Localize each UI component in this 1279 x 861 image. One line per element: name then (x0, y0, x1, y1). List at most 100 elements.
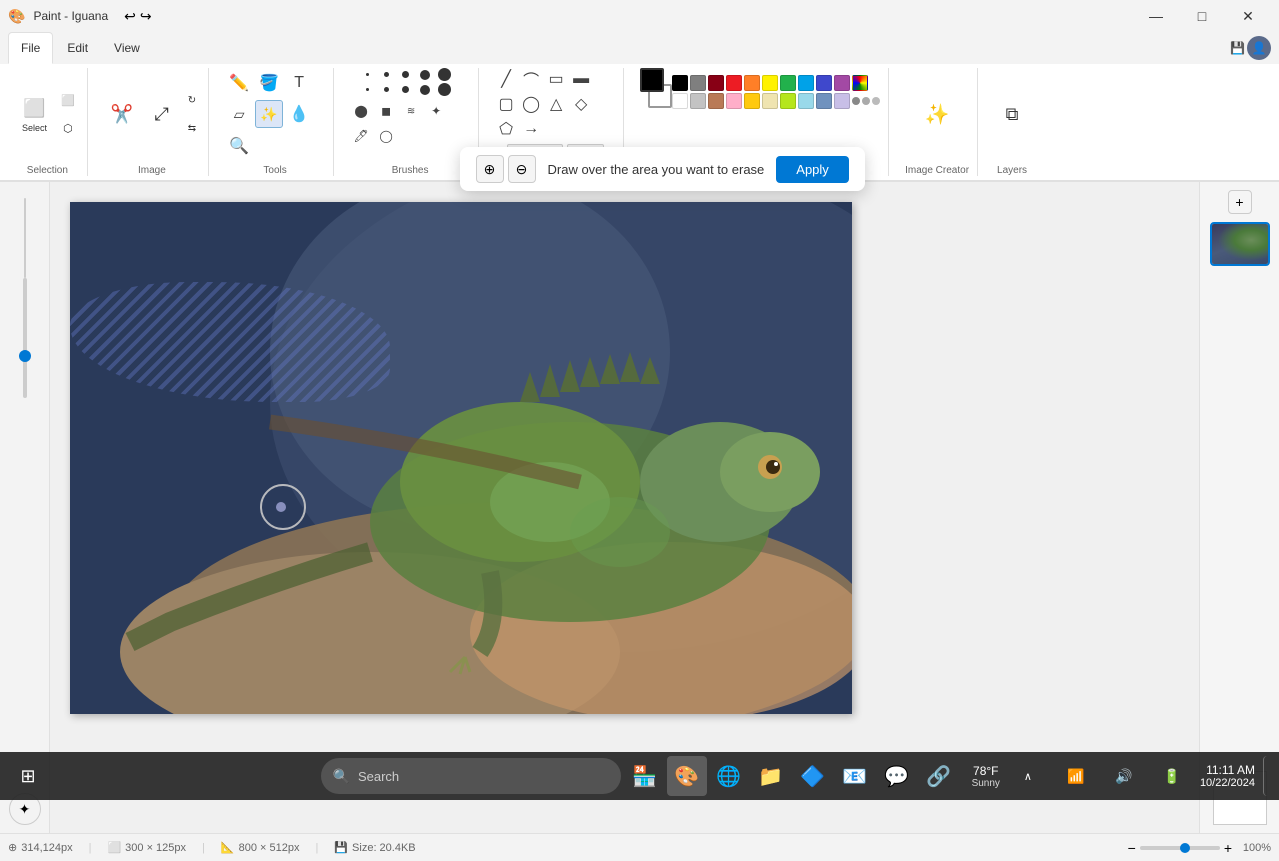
taskbar-app-mail[interactable]: 📧 (835, 756, 875, 796)
brush-size-7[interactable] (384, 87, 389, 92)
tab-view[interactable]: View (102, 32, 152, 64)
color-gold[interactable] (744, 93, 760, 109)
foreground-color[interactable] (640, 68, 664, 92)
color-yellow[interactable] (762, 75, 778, 91)
resize-button[interactable]: ⤢ (144, 87, 180, 143)
brush-style-6[interactable]: ◯ (375, 125, 397, 147)
color-lightgray[interactable] (690, 93, 706, 109)
brush-size-10[interactable] (438, 83, 451, 96)
taskbar-app-extra[interactable]: 🔗 (919, 756, 959, 796)
brush-style-1[interactable]: ⬤ (350, 100, 372, 122)
color-brown[interactable] (708, 93, 724, 109)
color-lightblue[interactable] (798, 93, 814, 109)
crop-button[interactable]: ✂️ (104, 87, 140, 143)
brush-size-6[interactable] (366, 88, 369, 91)
taskbar-app-browser1[interactable]: 🌐 (709, 756, 749, 796)
eyedropper-button[interactable]: 💧 (285, 100, 313, 128)
small-color-1[interactable] (852, 97, 860, 105)
weather-widget[interactable]: 78°F Sunny (972, 764, 1000, 789)
erase-add-button[interactable]: ⊕ (476, 155, 504, 183)
erase-subtract-button[interactable]: ⊖ (508, 155, 536, 183)
taskbar-app-teams[interactable]: 💬 (877, 756, 917, 796)
tab-file[interactable]: File (8, 32, 53, 64)
add-layer-button[interactable]: + (1228, 190, 1252, 214)
volume-icon[interactable]: 🔊 (1104, 756, 1144, 796)
small-color-2[interactable] (862, 97, 870, 105)
magnify-button[interactable]: 🔍 (225, 132, 253, 160)
brush-size-1[interactable] (366, 73, 369, 76)
apply-button[interactable]: Apply (776, 156, 849, 183)
color-darkred[interactable] (708, 75, 724, 91)
color-gray[interactable] (690, 75, 706, 91)
flip-btn[interactable]: ⇆ (184, 116, 200, 142)
taskbar-app-edge[interactable]: 🔷 (793, 756, 833, 796)
user-avatar[interactable]: 👤 (1247, 36, 1271, 60)
color-lime[interactable] (780, 93, 796, 109)
zoom-thumb[interactable] (1180, 843, 1190, 853)
image-creator-button[interactable]: ✨ (919, 87, 955, 143)
canvas-area[interactable] (50, 182, 1199, 833)
network-icon[interactable]: 📶 (1056, 756, 1096, 796)
magic-erase-button[interactable]: ✨ (255, 100, 283, 128)
tray-expand-button[interactable]: ∧ (1008, 756, 1048, 796)
taskbar-app-paint[interactable]: 🎨 (667, 756, 707, 796)
brush-size-9[interactable] (420, 85, 430, 95)
zoom-out-button[interactable]: − (1128, 840, 1136, 856)
taskbar-app-store[interactable]: 🏪 (625, 756, 665, 796)
color-steelblue[interactable] (816, 93, 832, 109)
text-button[interactable]: T (285, 69, 313, 97)
shape-curve[interactable]: ⌒ (520, 68, 542, 90)
brush-size-4[interactable] (420, 70, 430, 80)
select-free-btn[interactable]: ⬡ (57, 116, 79, 142)
canvas-image[interactable] (70, 202, 852, 714)
search-input[interactable] (358, 769, 558, 784)
layers-button[interactable]: ⧉ (994, 87, 1030, 143)
small-color-3[interactable] (872, 97, 880, 105)
color-purple[interactable] (834, 75, 850, 91)
shape-line[interactable]: ╱ (495, 68, 517, 90)
shape-fill-rect[interactable]: ▬ (570, 68, 592, 90)
shape-ellipse[interactable]: ◯ (520, 93, 542, 115)
start-button[interactable]: ⊞ (8, 756, 48, 796)
minimize-button[interactable]: — (1133, 0, 1179, 32)
color-cream[interactable] (762, 93, 778, 109)
color-orange[interactable] (744, 75, 760, 91)
select-button[interactable]: ⬜ Select (16, 87, 53, 143)
shape-diamond[interactable]: ◇ (570, 93, 592, 115)
search-box[interactable]: 🔍 (321, 758, 621, 794)
shape-round-rect[interactable]: ▢ (495, 93, 517, 115)
color-pink[interactable] (726, 93, 742, 109)
color-red[interactable] (726, 75, 742, 91)
zoom-in-button[interactable]: + (1224, 840, 1232, 856)
color-green[interactable] (780, 75, 796, 91)
shape-triangle[interactable]: △ (545, 93, 567, 115)
color-black[interactable] (672, 75, 688, 91)
close-button[interactable]: ✕ (1225, 0, 1271, 32)
color-gradient[interactable] (852, 75, 868, 91)
pencil-button[interactable]: ✏️ (225, 69, 253, 97)
zoom-slider[interactable] (1140, 846, 1220, 850)
brush-style-3[interactable]: ≋ (400, 100, 422, 122)
shape-arrow[interactable]: → (520, 118, 542, 140)
brush-size-5[interactable] (438, 68, 451, 81)
brush-style-5[interactable]: 🖊 (350, 125, 372, 147)
size-slider-track[interactable] (23, 278, 27, 398)
color-blue[interactable] (798, 75, 814, 91)
redo-button[interactable]: ↪ (140, 8, 152, 25)
color-lavender[interactable] (834, 93, 850, 109)
shape-rect[interactable]: ▭ (545, 68, 567, 90)
undo-button[interactable]: ↩ (124, 8, 136, 25)
brush-style-2[interactable]: ◼ (375, 100, 397, 122)
color-indigo[interactable] (816, 75, 832, 91)
taskbar-app-files[interactable]: 📁 (751, 756, 791, 796)
brush-size-3[interactable] (402, 71, 409, 78)
layer-thumbnail[interactable] (1210, 222, 1270, 266)
battery-icon[interactable]: 🔋 (1152, 756, 1192, 796)
tab-edit[interactable]: Edit (55, 32, 100, 64)
fill-button[interactable]: 🪣 (255, 69, 283, 97)
select-all-btn[interactable]: ⬜ (57, 88, 79, 114)
brush-size-2[interactable] (384, 72, 389, 77)
brush-style-4[interactable]: ✦ (425, 100, 447, 122)
size-slider-thumb[interactable] (19, 350, 31, 362)
show-desktop-button[interactable] (1263, 756, 1271, 796)
